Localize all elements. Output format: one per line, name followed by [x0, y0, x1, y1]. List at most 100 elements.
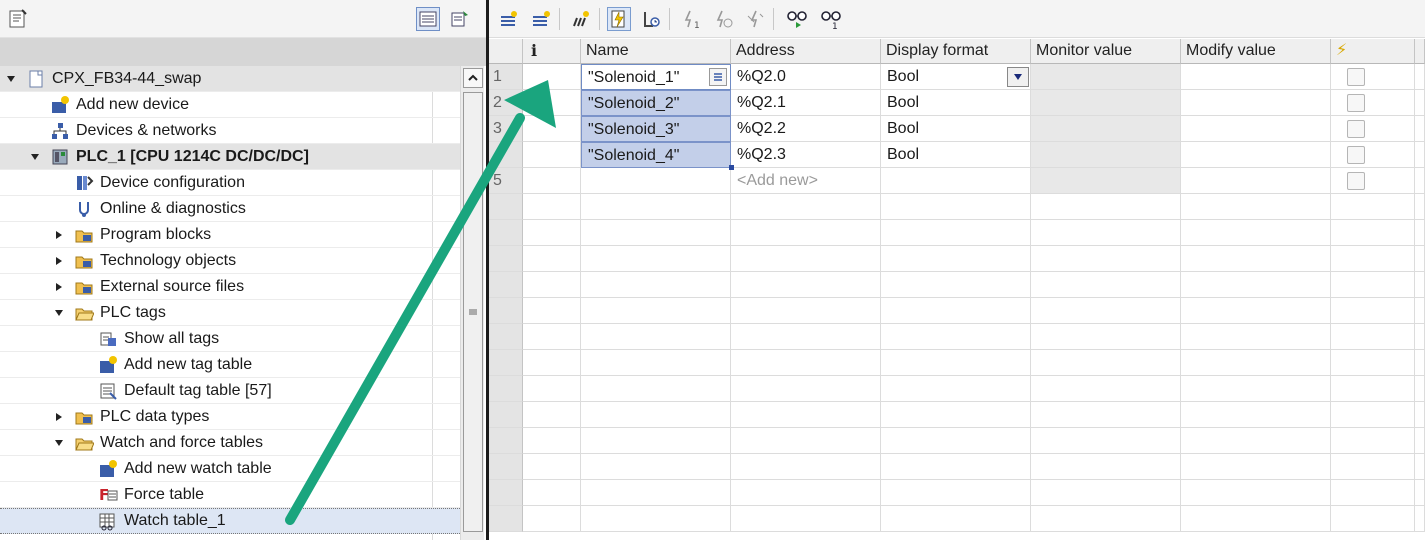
name-cell[interactable]: "Solenoid_3"	[581, 116, 731, 142]
tree-item[interactable]: Devices & networks	[0, 118, 460, 144]
address-cell[interactable]: %Q2.1	[731, 90, 881, 116]
display-format-cell[interactable]	[881, 480, 1031, 506]
name-cell[interactable]	[581, 376, 731, 402]
name-cell[interactable]	[581, 506, 731, 532]
modify-value-cell[interactable]	[1181, 116, 1331, 142]
address-cell[interactable]: %Q2.2	[731, 116, 881, 142]
modify-value-cell[interactable]	[1181, 298, 1331, 324]
tree-item[interactable]: Add new device	[0, 92, 460, 118]
modify-value-cell[interactable]	[1181, 480, 1331, 506]
modify-value-cell[interactable]	[1181, 506, 1331, 532]
display-format-cell[interactable]	[881, 298, 1031, 324]
row-number[interactable]	[489, 220, 523, 246]
name-cell[interactable]	[581, 324, 731, 350]
show-all-modify-icon[interactable]	[569, 7, 593, 31]
address-cell[interactable]	[731, 324, 881, 350]
modify-value-cell[interactable]	[1181, 454, 1331, 480]
tree-item[interactable]: PLC_1 [CPU 1214C DC/DC/DC]	[0, 144, 460, 170]
modify-value-cell[interactable]	[1181, 168, 1331, 194]
modify-checkbox[interactable]	[1347, 146, 1365, 164]
row-number[interactable]	[489, 324, 523, 350]
address-cell[interactable]	[731, 194, 881, 220]
enable-peripheral-icon[interactable]	[743, 7, 767, 31]
scroll-up-button[interactable]	[463, 68, 483, 88]
tree-item[interactable]: Add new tag table	[0, 352, 460, 378]
name-cell[interactable]	[581, 480, 731, 506]
modify-value-cell[interactable]	[1181, 194, 1331, 220]
row-number[interactable]: 3	[489, 116, 523, 142]
watch-all-glasses-icon[interactable]	[785, 7, 809, 31]
row-number[interactable]: 1	[489, 64, 523, 90]
modify-value-cell[interactable]	[1181, 428, 1331, 454]
row-number[interactable]	[489, 272, 523, 298]
header-monitor-value[interactable]: Monitor value	[1031, 39, 1181, 64]
modify-value-cell[interactable]	[1181, 246, 1331, 272]
display-format-cell[interactable]	[881, 454, 1031, 480]
row-number[interactable]	[489, 246, 523, 272]
display-format-cell[interactable]: Bool	[881, 116, 1031, 142]
tree-item[interactable]: PLC data types	[0, 404, 460, 430]
monitor-all-icon[interactable]	[607, 7, 631, 31]
row-number[interactable]: 4	[489, 142, 523, 168]
tree-item[interactable]: Default tag table [57]	[0, 378, 460, 404]
expanded-arrow-icon[interactable]	[28, 150, 42, 164]
name-cell[interactable]	[581, 194, 731, 220]
modify-value-cell[interactable]	[1181, 376, 1331, 402]
collapsed-arrow-icon[interactable]	[52, 254, 66, 268]
name-cell[interactable]	[581, 454, 731, 480]
display-format-cell[interactable]	[881, 506, 1031, 532]
name-cell[interactable]	[581, 168, 731, 194]
modify-checkbox[interactable]	[1347, 172, 1365, 190]
display-format-cell[interactable]	[881, 376, 1031, 402]
display-format-cell[interactable]	[881, 246, 1031, 272]
address-cell[interactable]	[731, 454, 881, 480]
project-properties-icon[interactable]	[6, 7, 30, 31]
tree-item[interactable]: CPX_FB34-44_swap	[0, 66, 460, 92]
modify-value-cell[interactable]	[1181, 402, 1331, 428]
address-cell[interactable]	[731, 220, 881, 246]
expanded-arrow-icon[interactable]	[4, 72, 18, 86]
address-cell[interactable]	[731, 298, 881, 324]
modify-value-cell[interactable]	[1181, 220, 1331, 246]
header-info[interactable]: i	[523, 39, 581, 64]
modify-value-cell[interactable]	[1181, 142, 1331, 168]
address-cell[interactable]: %Q2.0	[731, 64, 881, 90]
address-cell[interactable]	[731, 272, 881, 298]
row-number[interactable]: 2	[489, 90, 523, 116]
monitor-once-icon[interactable]	[639, 7, 663, 31]
tree-item[interactable]: Watch table_1	[0, 508, 460, 534]
scroll-thumb[interactable]	[463, 92, 483, 532]
name-cell[interactable]: "Solenoid_2"	[581, 90, 731, 116]
name-cell[interactable]: "Solenoid_4"	[581, 142, 731, 168]
modify-checkbox[interactable]	[1347, 120, 1365, 138]
row-number[interactable]	[489, 506, 523, 532]
tree-item[interactable]: External source files	[0, 274, 460, 300]
add-row-icon[interactable]	[529, 7, 553, 31]
modify-value-cell[interactable]	[1181, 64, 1331, 90]
display-format-cell[interactable]	[881, 220, 1031, 246]
row-number[interactable]	[489, 376, 523, 402]
name-cell[interactable]	[581, 272, 731, 298]
expanded-arrow-icon[interactable]	[52, 436, 66, 450]
tree-item[interactable]: Online & diagnostics	[0, 196, 460, 222]
name-cell[interactable]	[581, 402, 731, 428]
expanded-arrow-icon[interactable]	[52, 306, 66, 320]
tag-list-picker-icon[interactable]	[709, 68, 727, 86]
modify-trigger-icon[interactable]	[711, 7, 735, 31]
row-number[interactable]	[489, 298, 523, 324]
row-number[interactable]	[489, 402, 523, 428]
tree-item[interactable]: F Force table	[0, 482, 460, 508]
row-number[interactable]	[489, 428, 523, 454]
modify-value-cell[interactable]	[1181, 90, 1331, 116]
display-format-cell[interactable]	[881, 428, 1031, 454]
row-number[interactable]	[489, 454, 523, 480]
display-format-cell[interactable]	[881, 168, 1031, 194]
name-cell[interactable]	[581, 428, 731, 454]
name-cell[interactable]	[581, 246, 731, 272]
tree-item[interactable]: PLC tags	[0, 300, 460, 326]
address-cell[interactable]	[731, 480, 881, 506]
tree-item[interactable]: Program blocks	[0, 222, 460, 248]
address-cell[interactable]	[731, 402, 881, 428]
modify-now-icon[interactable]: 1	[679, 7, 703, 31]
tree-scrollbar[interactable]	[460, 66, 484, 540]
